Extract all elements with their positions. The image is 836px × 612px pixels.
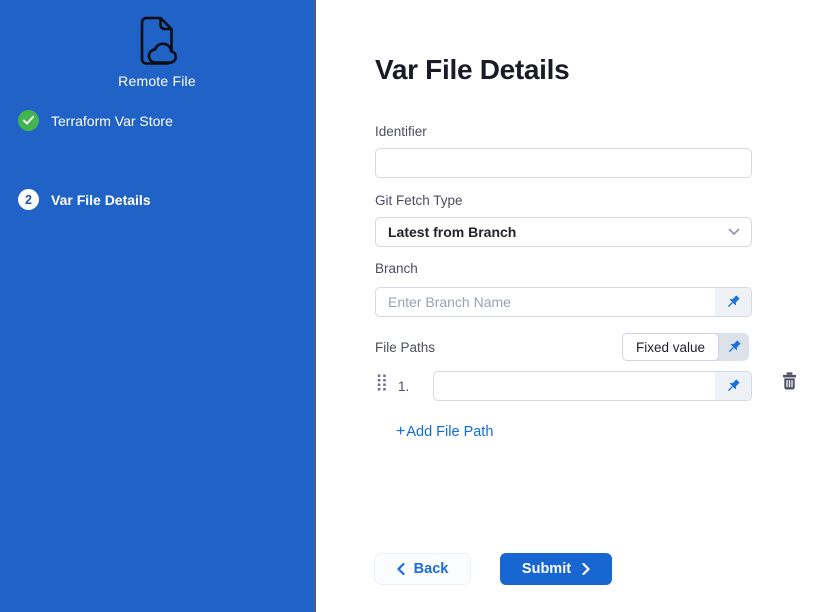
git-fetch-type-label: Git Fetch Type [375, 193, 463, 208]
file-path-field [433, 371, 752, 401]
page-title: Var File Details [375, 54, 569, 86]
back-button[interactable]: Back [374, 553, 471, 585]
branch-label: Branch [375, 261, 418, 276]
branch-pin-button[interactable] [715, 288, 751, 316]
chevron-left-icon [397, 563, 405, 575]
input-type-fixed-value-button[interactable]: Fixed value [622, 333, 719, 361]
submit-button[interactable]: Submit [500, 553, 612, 585]
file-paths-pin-button[interactable] [719, 333, 749, 361]
step-label: Var File Details [51, 192, 151, 208]
file-path-pin-button[interactable] [715, 372, 751, 400]
file-paths-input-type-widget: Fixed value [622, 333, 749, 361]
step-label: Terraform Var Store [51, 113, 173, 129]
store-type-label: Remote File [0, 73, 314, 89]
identifier-label: Identifier [375, 124, 427, 139]
file-paths-label: File Paths [375, 340, 435, 355]
branch-field [375, 287, 752, 317]
submit-button-label: Submit [522, 561, 571, 577]
pin-icon [725, 378, 741, 394]
trash-icon [782, 372, 797, 390]
file-path-input[interactable] [434, 372, 715, 400]
sidebar-step-var-file-details[interactable]: 2 Var File Details [18, 189, 151, 210]
chevron-down-icon [728, 228, 740, 236]
branch-input[interactable] [376, 288, 715, 316]
add-file-path-label: Add File Path [406, 424, 493, 440]
sidebar-step-terraform-var-store[interactable]: Terraform Var Store [18, 110, 173, 131]
pin-icon [726, 339, 742, 355]
step-completed-check-icon [18, 110, 39, 131]
var-file-details-wizard: Remote File Terraform Var Store 2 Var Fi… [0, 0, 836, 612]
git-fetch-type-select[interactable]: Latest from Branch [375, 217, 752, 247]
git-fetch-type-value: Latest from Branch [388, 224, 516, 240]
step-number-badge: 2 [18, 189, 39, 210]
drag-handle-icon[interactable] [377, 374, 387, 394]
add-file-path-button[interactable]: + Add File Path [396, 423, 493, 441]
delete-file-path-button[interactable] [782, 372, 797, 393]
back-button-label: Back [414, 561, 449, 577]
chevron-right-icon [582, 563, 590, 575]
plus-icon: + [396, 423, 405, 441]
file-path-row-index: 1. [398, 379, 409, 394]
wizard-sidebar: Remote File Terraform Var Store 2 Var Fi… [0, 0, 316, 612]
remote-file-cloud-icon [130, 15, 180, 72]
pin-icon [725, 294, 741, 310]
identifier-input[interactable] [375, 148, 752, 178]
